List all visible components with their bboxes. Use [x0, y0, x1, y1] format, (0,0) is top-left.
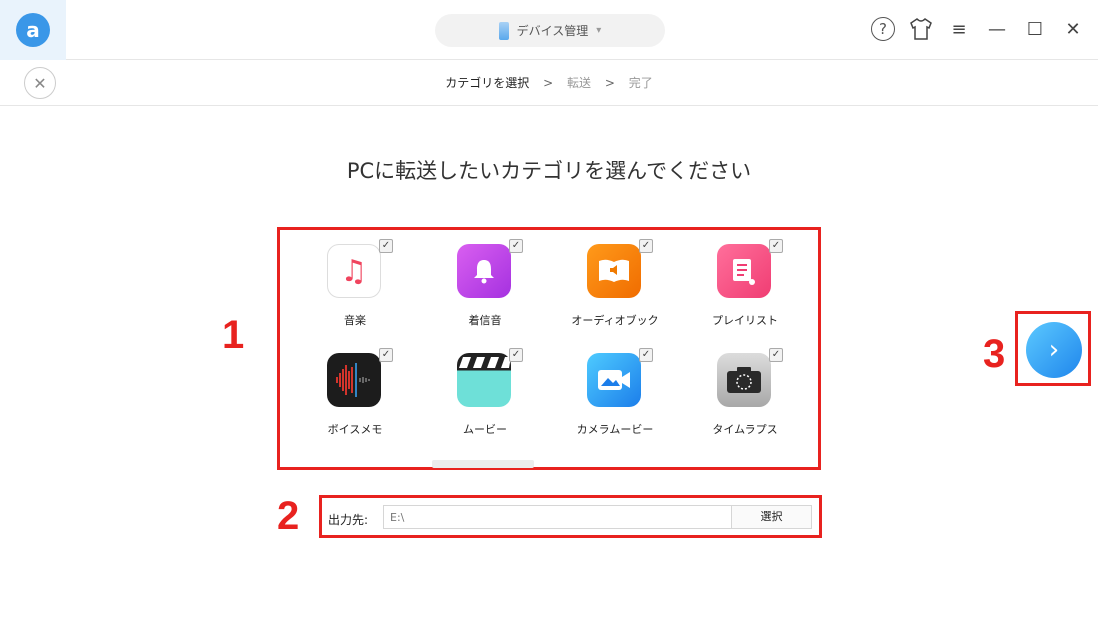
category-voice-memos[interactable]: ✓ ボイスメモ [290, 348, 420, 436]
category-ringtones[interactable]: ✓ 着信音 [420, 239, 550, 327]
phone-icon [498, 21, 509, 40]
step-bar: ✕ カテゴリを選択 > 転送 > 完了 [0, 60, 1098, 106]
scroll-indicator[interactable] [432, 460, 534, 468]
category-time-lapse[interactable]: ✓ タイムラプス [680, 348, 810, 436]
category-checkbox[interactable]: ✓ [509, 348, 523, 362]
select-folder-button[interactable]: 選択 [731, 505, 812, 529]
chevron-down-icon: ▾ [596, 25, 602, 36]
category-audiobooks[interactable]: ✓ オーディオブック [550, 239, 680, 327]
category-label: プレイリスト [712, 314, 778, 327]
step-select-category: カテゴリを選択 [445, 76, 530, 90]
title-bar: a デバイス管理 ▾ ? ≡ — ☐ ✕ [0, 0, 1098, 60]
category-music[interactable]: ♫ ✓ 音楽 [290, 239, 420, 327]
menu-icon: ≡ [951, 18, 967, 40]
category-playlists[interactable]: ✓ プレイリスト [680, 239, 810, 327]
category-label: 音楽 [344, 314, 366, 327]
category-checkbox[interactable]: ✓ [639, 348, 653, 362]
annotation-number-1: 1 [222, 313, 245, 357]
category-checkbox[interactable]: ✓ [379, 239, 393, 253]
step-separator: > [543, 76, 554, 90]
timelapse-icon [717, 353, 771, 407]
menu-button[interactable]: ≡ [946, 16, 972, 42]
chevron-right-icon: › [1048, 335, 1060, 365]
page-title: PCに転送したいカテゴリを選んでください [346, 159, 752, 183]
category-checkbox[interactable]: ✓ [639, 239, 653, 253]
app-logo-area: a [0, 0, 66, 60]
category-label: カメラムービー [576, 423, 654, 436]
voice-memo-icon [327, 353, 381, 407]
step-separator: > [604, 76, 615, 90]
destination-label: 出力先: [328, 513, 369, 527]
help-button[interactable]: ? [870, 16, 896, 42]
minimize-icon: — [988, 18, 1006, 40]
device-manager-dropdown[interactable]: デバイス管理 ▾ [435, 14, 665, 47]
video-camera-icon [587, 353, 641, 407]
annotation-number-2: 2 [277, 494, 300, 538]
category-movies[interactable]: ✓ ムービー [420, 348, 550, 436]
category-label: タイムラプス [712, 423, 778, 436]
music-note-icon: ♫ [327, 244, 381, 298]
category-label: ムービー [463, 423, 507, 436]
skin-icon [910, 18, 932, 40]
category-label: オーディオブック [571, 314, 659, 327]
window-controls: ? ≡ — ☐ ✕ [870, 16, 1086, 42]
app-logo-icon: a [16, 13, 50, 47]
clapperboard-icon [457, 353, 511, 407]
next-button[interactable]: › [1026, 322, 1082, 378]
category-checkbox[interactable]: ✓ [769, 239, 783, 253]
close-icon: ✕ [1065, 18, 1081, 40]
category-camera-videos[interactable]: ✓ カメラムービー [550, 348, 680, 436]
bell-icon [457, 244, 511, 298]
category-checkbox[interactable]: ✓ [769, 348, 783, 362]
maximize-button[interactable]: ☐ [1022, 16, 1048, 42]
close-window-button[interactable]: ✕ [1060, 16, 1086, 42]
playlist-icon [717, 244, 771, 298]
category-label: 着信音 [468, 314, 502, 327]
maximize-icon: ☐ [1026, 18, 1044, 40]
category-grid: ♫ ✓ 音楽 ✓ 着信音 ✓ オーディオブック ✓ プレイリスト ✓ ボイスメモ… [290, 239, 810, 436]
breadcrumb: カテゴリを選択 > 転送 > 完了 [0, 74, 1098, 91]
category-checkbox[interactable]: ✓ [379, 348, 393, 362]
category-label: ボイスメモ [327, 423, 383, 436]
minimize-button[interactable]: — [984, 16, 1010, 42]
skin-button[interactable] [908, 16, 934, 42]
destination-path-input[interactable] [383, 505, 731, 529]
step-complete: 完了 [628, 76, 653, 90]
audiobook-icon [587, 244, 641, 298]
device-manager-label: デバイス管理 [516, 24, 589, 38]
help-icon: ? [871, 17, 895, 41]
annotation-number-3: 3 [983, 332, 1006, 376]
step-transfer: 転送 [566, 76, 591, 90]
category-checkbox[interactable]: ✓ [509, 239, 523, 253]
